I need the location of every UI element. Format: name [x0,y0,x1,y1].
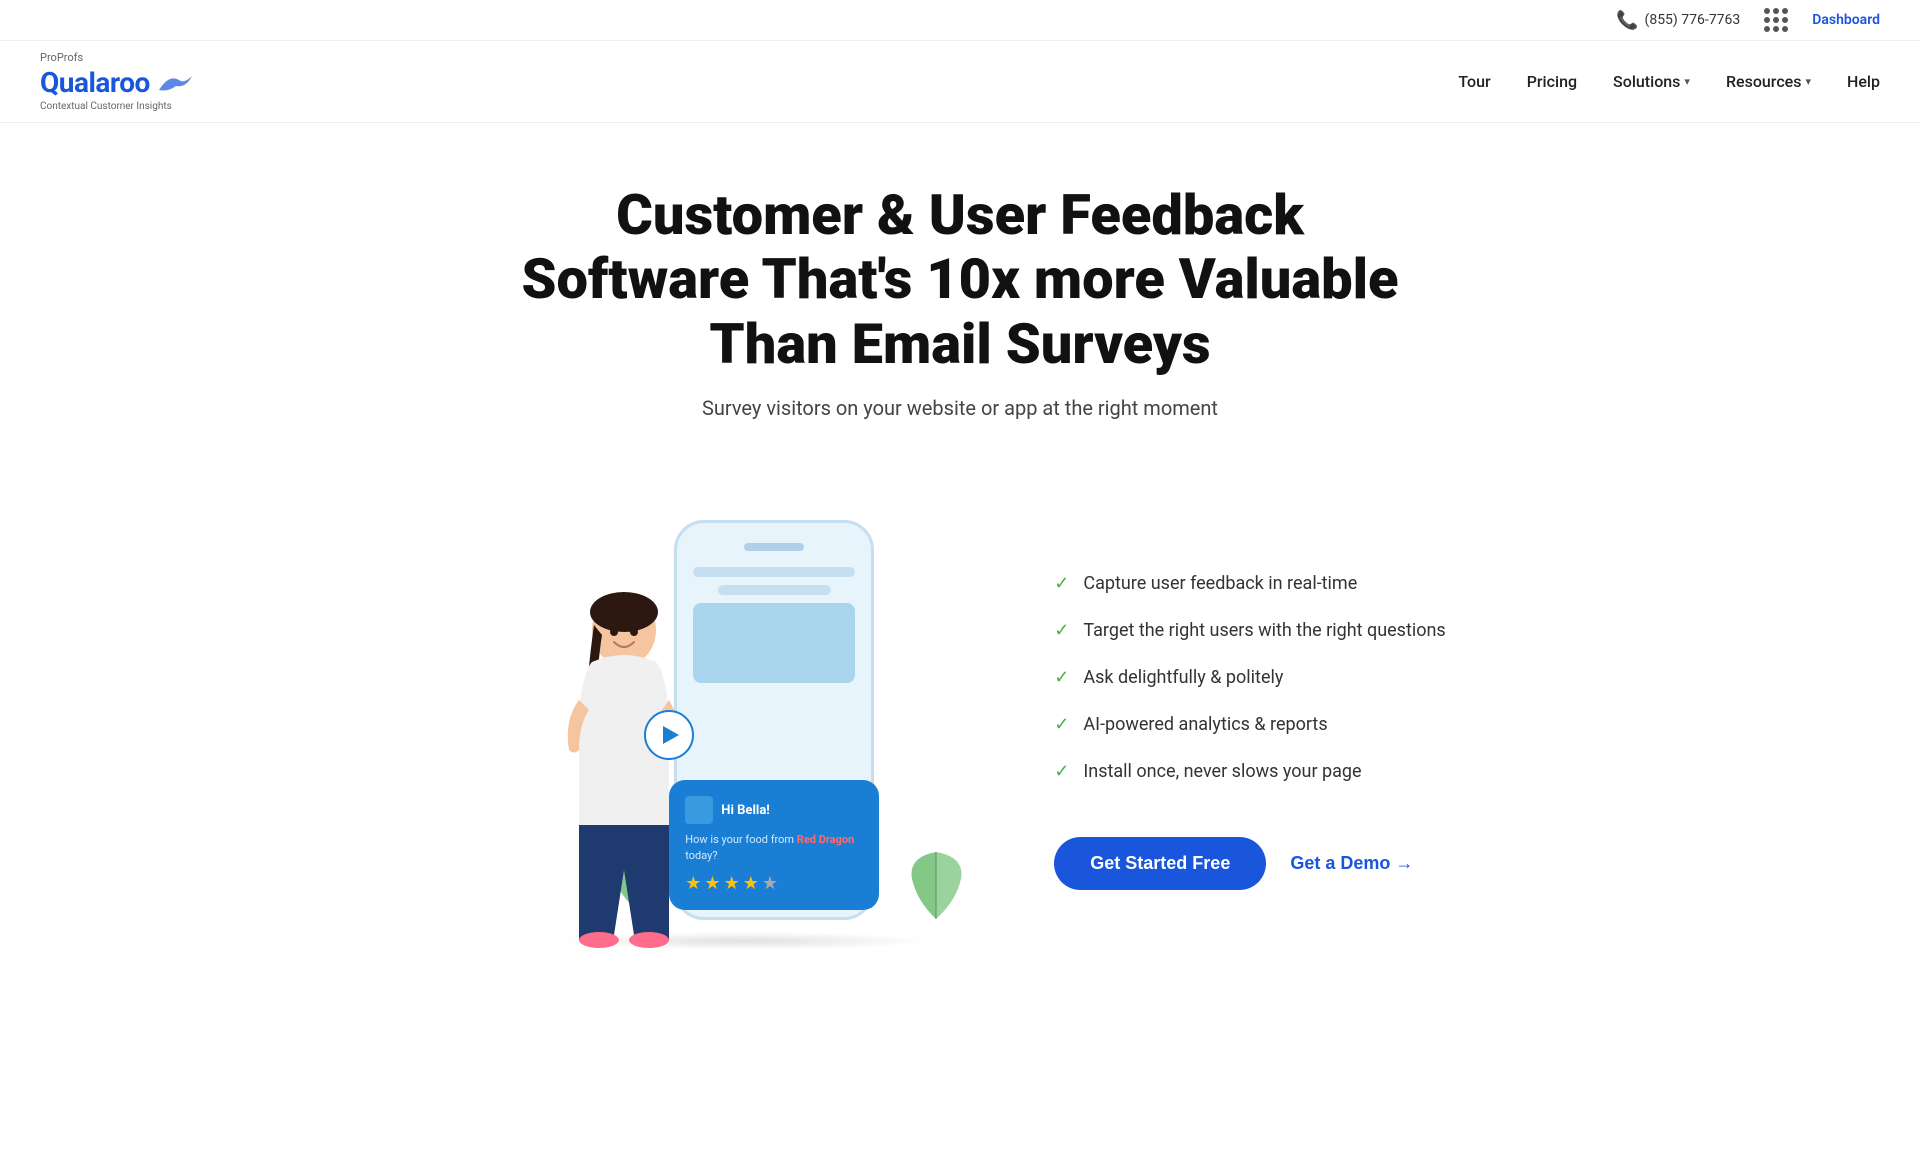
feature-text-2: Target the right users with the right qu… [1083,618,1445,643]
nav-solutions[interactable]: Solutions ▾ [1613,72,1690,91]
feature-item-5: ✓ Install once, never slows your page [1054,759,1445,784]
hero-illustration: Hi Bella! How is your food from Red Drag… [474,510,994,950]
grid-icon[interactable] [1764,8,1788,32]
phone-card [693,603,855,683]
hero-title: Customer & User Feedback Software That's… [510,183,1410,376]
leaf-right-icon [909,849,964,930]
feature-text-4: AI-powered analytics & reports [1083,712,1327,737]
star-4: ★ [743,873,759,894]
star-3: ★ [724,873,740,894]
star-1: ★ [685,873,701,894]
main-nav: ProProfs Qualaroo Contextual Customer In… [0,41,1920,123]
survey-popup-header: Hi Bella! [685,796,863,824]
feature-item-4: ✓ AI-powered analytics & reports [1054,712,1445,737]
solutions-chevron-icon: ▾ [1684,75,1690,88]
logo: ProProfs Qualaroo Contextual Customer In… [40,51,194,112]
feature-item-2: ✓ Target the right users with the right … [1054,618,1445,643]
red-dragon-text: Red Dragon [797,833,854,846]
phone-icon: 📞 [1616,10,1638,31]
logo-qualaroo-text: Qualaroo [40,66,150,99]
survey-popup-name: Hi Bella! [721,803,770,818]
play-triangle-icon [663,726,679,744]
nav-tour[interactable]: Tour [1458,72,1490,91]
hero-subtitle: Survey visitors on your website or app a… [400,396,1520,420]
logo-tagline: Contextual Customer Insights [40,101,194,112]
phone-line-1 [693,567,855,577]
check-icon-5: ✓ [1054,761,1069,782]
feature-text-5: Install once, never slows your page [1083,759,1361,784]
phone-notch [744,543,804,551]
check-icon-1: ✓ [1054,573,1069,594]
features-list: ✓ Capture user feedback in real-time ✓ T… [1054,571,1445,890]
nav-pricing[interactable]: Pricing [1527,72,1577,91]
check-icon-2: ✓ [1054,620,1069,641]
star-rating: ★ ★ ★ ★ ★ [685,873,863,894]
top-bar: 📞 (855) 776-7763 Dashboard [0,0,1920,41]
hero-content: Hi Bella! How is your food from Red Drag… [360,510,1560,950]
nav-help[interactable]: Help [1847,72,1880,91]
cta-buttons: Get Started Free Get a Demo → [1054,837,1445,890]
logo-brand: Qualaroo [40,66,194,99]
resources-chevron-icon: ▾ [1805,75,1811,88]
dashboard-link[interactable]: Dashboard [1812,12,1880,28]
survey-popup: Hi Bella! How is your food from Red Drag… [669,780,879,910]
feature-item-3: ✓ Ask delightfully & politely [1054,665,1445,690]
feature-text-3: Ask delightfully & politely [1083,665,1283,690]
get-started-button[interactable]: Get Started Free [1054,837,1266,890]
feature-text-1: Capture user feedback in real-time [1083,571,1357,596]
logo-proprofs: ProProfs [40,51,194,64]
get-demo-button[interactable]: Get a Demo → [1290,853,1413,874]
check-icon-4: ✓ [1054,714,1069,735]
check-icon-3: ✓ [1054,667,1069,688]
star-2: ★ [704,873,720,894]
survey-avatar [685,796,713,824]
feature-item-1: ✓ Capture user feedback in real-time [1054,571,1445,596]
nav-resources[interactable]: Resources ▾ [1726,72,1811,91]
star-5: ★ [762,873,778,894]
phone-number: 📞 (855) 776-7763 [1616,10,1740,31]
phone-text: (855) 776-7763 [1645,12,1741,28]
hero-section: Customer & User Feedback Software That's… [360,123,1560,510]
nav-links: Tour Pricing Solutions ▾ Resources ▾ Hel… [1458,72,1880,91]
survey-popup-question: How is your food from Red Dragon today? [685,832,863,863]
phone-line-2 [718,585,831,595]
logo-bird-icon [154,72,194,94]
